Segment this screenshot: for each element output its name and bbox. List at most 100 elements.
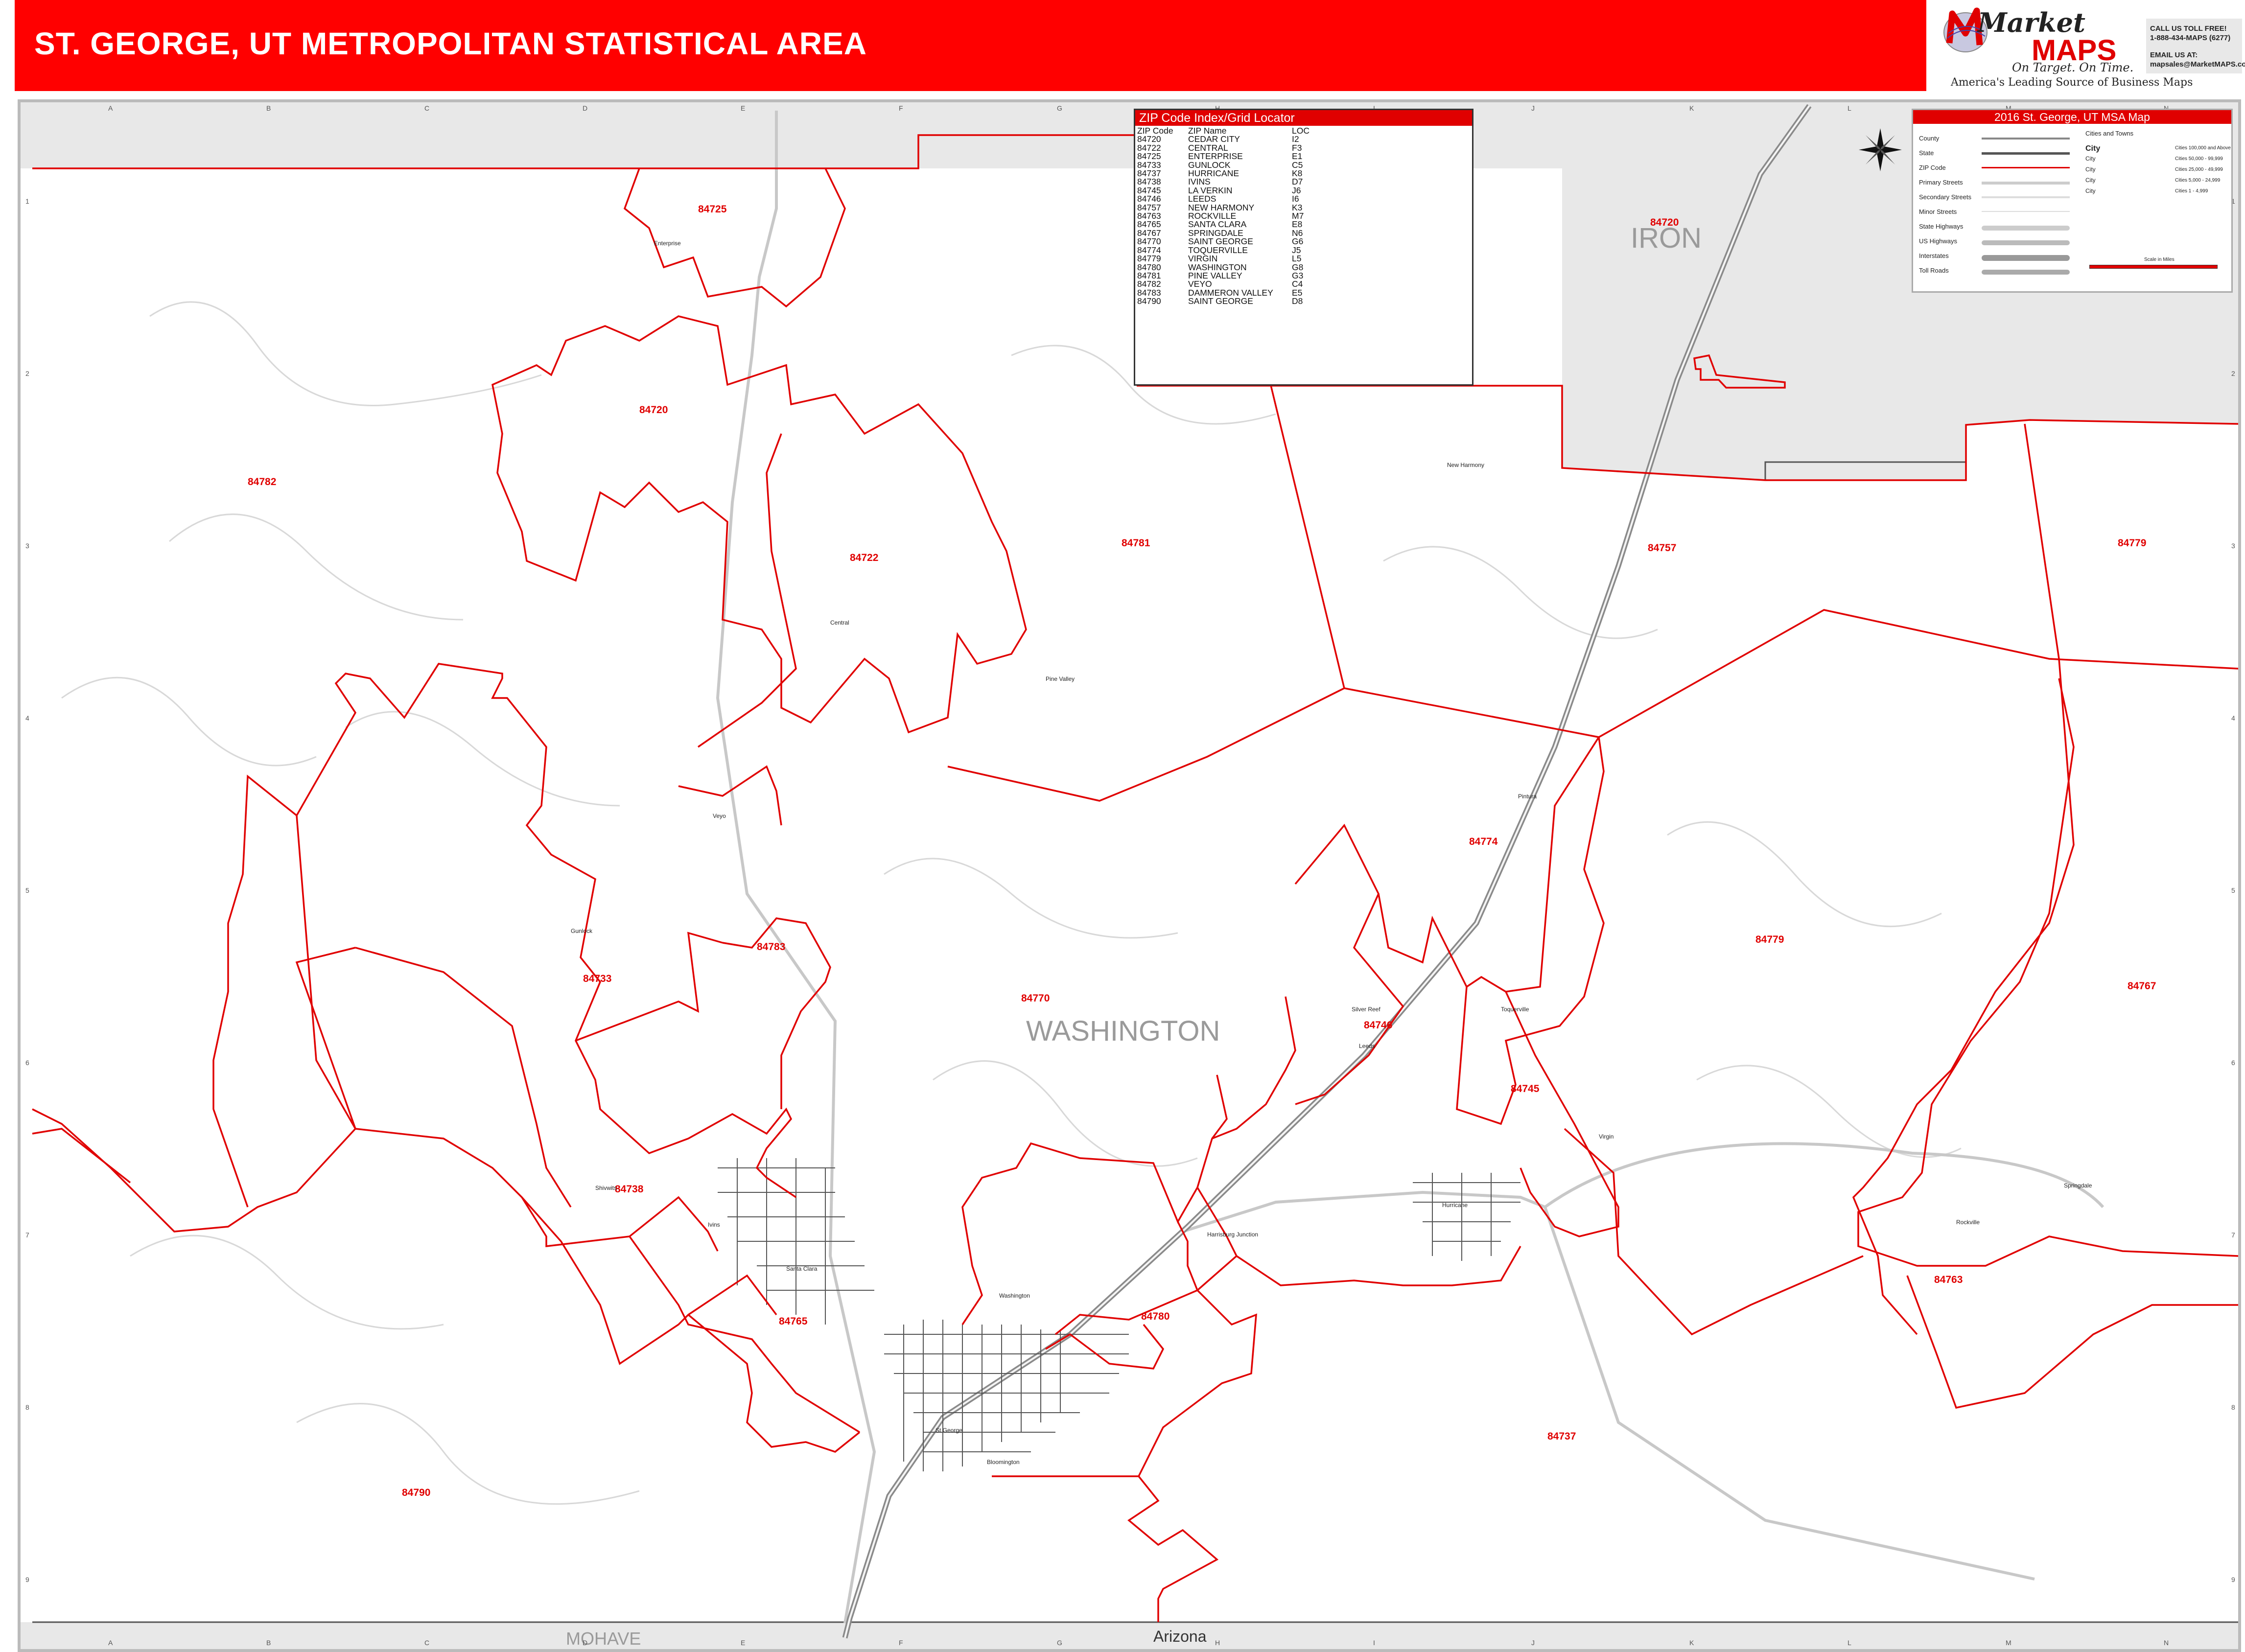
legend-item-label: US Highways <box>1919 237 1958 245</box>
grid-row-label: 1 <box>25 197 29 205</box>
zip-label-84720: 84720 <box>639 404 668 416</box>
grid-row-label: 8 <box>25 1403 29 1411</box>
county-label-mohave: MOHAVE <box>566 1629 641 1649</box>
grid-column-label: N <box>2164 1639 2169 1647</box>
legend-item-label: Toll Roads <box>1919 267 1949 274</box>
contact-line: EMAIL US AT: <box>2150 51 2198 59</box>
legend-line-swatch <box>1982 152 2070 155</box>
legend-city-sample: City <box>2085 144 2101 153</box>
grid-column-label: B <box>266 104 271 112</box>
grid-column-label: I <box>1373 1639 1375 1647</box>
legend-scale-label: Scale in Miles <box>2144 257 2175 262</box>
grid-column-label: C <box>424 1639 429 1647</box>
grid-column-label: A <box>108 104 113 112</box>
grid-column-label: E <box>741 104 745 112</box>
contact-line: 1-888-434-MAPS (6277) <box>2150 34 2231 42</box>
grid-column-label: D <box>583 1639 587 1647</box>
contact-line[interactable]: mapsales@MarketMAPS.com <box>2150 60 2245 69</box>
map-legend: 2016 St. George, UT MSA Map County State Z… <box>1912 109 2233 293</box>
zip-index-row: 84781 PINE VALLEY G3 <box>1137 271 1313 280</box>
grid-column-label: C <box>424 104 429 112</box>
zip-index-cell: SAINT GEORGE <box>1188 296 1253 306</box>
grid-row-label: 4 <box>2231 714 2235 722</box>
town-label: Gunlock <box>571 928 593 934</box>
grid-column-label: G <box>1057 104 1062 112</box>
town-label: New Harmony <box>1447 462 1484 468</box>
state-highway-59 <box>1543 1207 2035 1581</box>
legend-city-population: Cities 25,000 - 49,999 <box>2175 167 2223 172</box>
arizona-fill <box>21 1622 2238 1649</box>
zip-label-84765: 84765 <box>779 1316 808 1327</box>
legend-city-population: Cities 5,000 - 24,999 <box>2175 178 2221 183</box>
title-banner: ST. GEORGE, UT METROPOLITAN STATISTICAL … <box>15 0 1926 91</box>
legend-line-swatch <box>1982 255 2070 261</box>
zip-index-cell: 84725 <box>1137 151 1161 162</box>
town-label: Hurricane <box>1442 1202 1468 1209</box>
zip-label-84779: 84779 <box>1755 934 1784 945</box>
zip-index-title: ZIP Code Index/Grid Locator <box>1135 110 1472 126</box>
legend-city-sample: City <box>2085 177 2096 184</box>
grid-row-label: 9 <box>25 1576 29 1583</box>
town-label: Enterprise <box>654 240 681 247</box>
grid-column-label: H <box>1215 1639 1220 1647</box>
zip-label-84783: 84783 <box>757 941 785 953</box>
zip-label-84737: 84737 <box>1547 1431 1576 1442</box>
town-label: Ivins <box>708 1221 720 1228</box>
zip-label-84757: 84757 <box>1648 542 1676 554</box>
grid-column-label: L <box>1847 1639 1851 1647</box>
grid-column-label: B <box>266 1639 271 1647</box>
grid-row-label: 9 <box>2231 1576 2235 1583</box>
zip-index-cell: ENTERPRISE <box>1188 151 1243 162</box>
map-canvas[interactable]: IRON WASHINGTON MOHAVE Arizona 847258472… <box>21 102 2238 1649</box>
map-title: ST. GEORGE, UT METROPOLITAN STATISTICAL … <box>34 26 867 61</box>
zip-label-84725: 84725 <box>698 204 727 215</box>
grid-row-label: 3 <box>25 542 29 550</box>
zip-label-84790: 84790 <box>402 1487 430 1498</box>
grid-row-label: 7 <box>2231 1231 2235 1239</box>
legend-city-population: Cities 50,000 - 99,999 <box>2175 156 2223 162</box>
map-frame: IRON WASHINGTON MOHAVE Arizona 84725 8472… <box>18 99 2241 1652</box>
grid-row-label: 5 <box>2231 886 2235 894</box>
zip-index-table: ZIP Code ZIP Name LOC 84720 CEDAR CITY I2 8… <box>1137 126 1313 306</box>
zip-index-cell: D8 <box>1292 296 1303 306</box>
minor-roads <box>61 301 1962 1505</box>
zip-label-84781: 84781 <box>1122 537 1150 549</box>
zip-label-84782: 84782 <box>248 476 276 488</box>
zip-label-84774: 84774 <box>1469 836 1498 847</box>
legend-cities-header: Cities and Towns <box>2085 130 2134 137</box>
legend-city-population: Cities 100,000 and Above <box>2175 145 2231 151</box>
contact-info: CALL US TOLL FREE! 1-888-434-MAPS (6277)… <box>2146 19 2245 73</box>
zip-label-84720: 84720 <box>1650 217 1679 228</box>
legend-city-sample: City <box>2085 166 2096 173</box>
grid-column-label: K <box>1689 104 1694 112</box>
legend-line-swatch <box>1982 182 2070 185</box>
out-of-area-fill <box>918 135 1137 168</box>
grid-row-label: 8 <box>2231 1403 2235 1411</box>
state-highway-18 <box>716 111 876 1624</box>
legend-line-swatch <box>1982 138 2070 140</box>
legend-line-swatch <box>1982 270 2070 275</box>
legend-city-sample: City <box>2085 155 2096 162</box>
legend-title: 2016 St. George, UT MSA Map <box>1913 110 2231 124</box>
grid-row-label: 2 <box>2231 370 2235 377</box>
zip-label-84779: 84779 <box>2118 537 2146 549</box>
zip-index-row: 84725 ENTERPRISE E1 <box>1137 152 1313 161</box>
town-label: Harrisburg Junction <box>1207 1231 1258 1238</box>
zip-code-index: ZIP Code Index/Grid Locator ZIP Code ZIP… <box>1134 109 1473 386</box>
legend-item-label: Interstates <box>1919 252 1949 259</box>
grid-column-label: J <box>1531 104 1535 112</box>
legend-line-swatch <box>1982 211 2070 212</box>
zip-index-cell: E1 <box>1292 151 1303 162</box>
county-label-washington: WASHINGTON <box>1026 1015 1220 1047</box>
legend-line-swatch <box>1982 240 2070 245</box>
state-label-arizona: Arizona <box>1153 1628 1207 1645</box>
zip-index-cell: 84779 <box>1137 254 1161 264</box>
town-label: Leeds <box>1359 1043 1375 1049</box>
town-label: St George <box>935 1427 962 1434</box>
grid-column-label: A <box>108 1639 113 1647</box>
town-label: Pintura <box>1518 793 1537 800</box>
zip-label-84738: 84738 <box>615 1184 644 1195</box>
town-label: Pine Valley <box>1046 675 1075 682</box>
zip-index-cell: 84790 <box>1137 296 1161 306</box>
contact-line: CALL US TOLL FREE! <box>2150 24 2227 33</box>
